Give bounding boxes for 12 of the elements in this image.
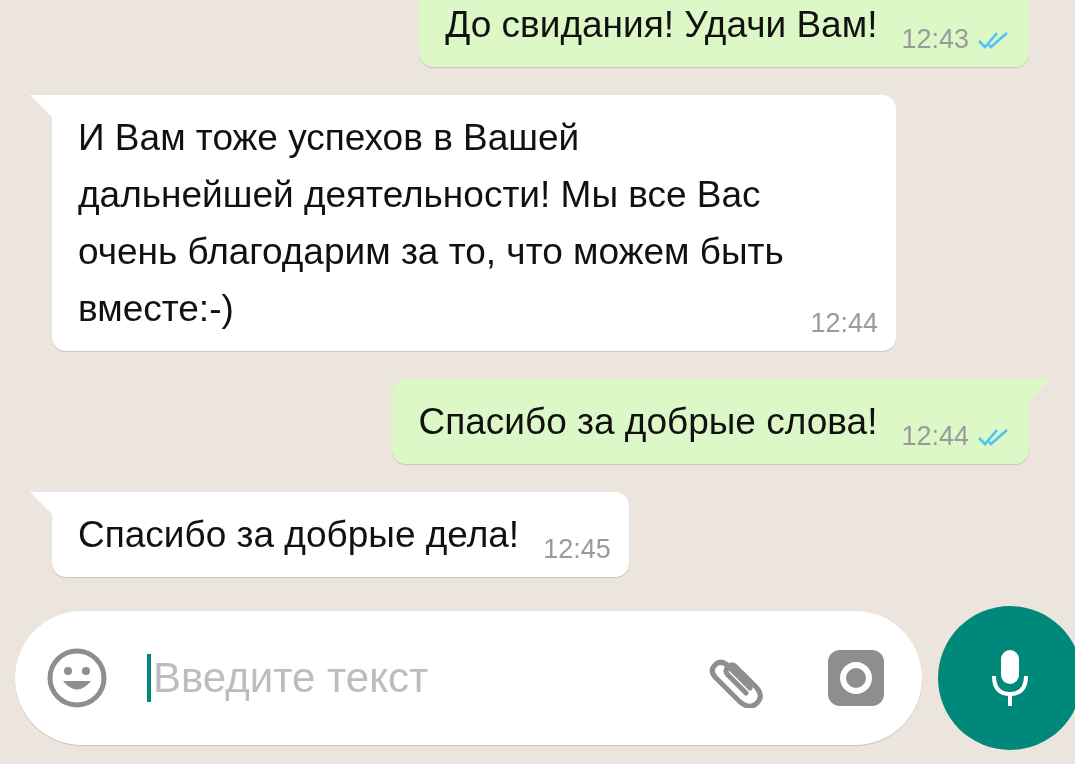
message-text: Спасибо за добрые слова! (418, 400, 878, 444)
message-text: И Вам тоже успехов в Вашей дальнейшей деятельности! Мы все Вас очень благодарим за то, что можем быть вместе:-) (78, 116, 785, 331)
message-time: 12:44 (901, 421, 969, 452)
message-time: 12:44 (810, 308, 878, 339)
microphone-icon (990, 648, 1030, 708)
message-text: До свидания! Удачи Вам! (445, 3, 878, 47)
message-time: 12:43 (901, 24, 969, 55)
message-time: 12:45 (543, 534, 611, 565)
message-text: Спасибо за добрые дела! (78, 513, 520, 557)
camera-icon[interactable] (826, 648, 886, 708)
emoji-icon[interactable] (47, 648, 107, 708)
message-input[interactable]: Введите текст (151, 653, 696, 703)
